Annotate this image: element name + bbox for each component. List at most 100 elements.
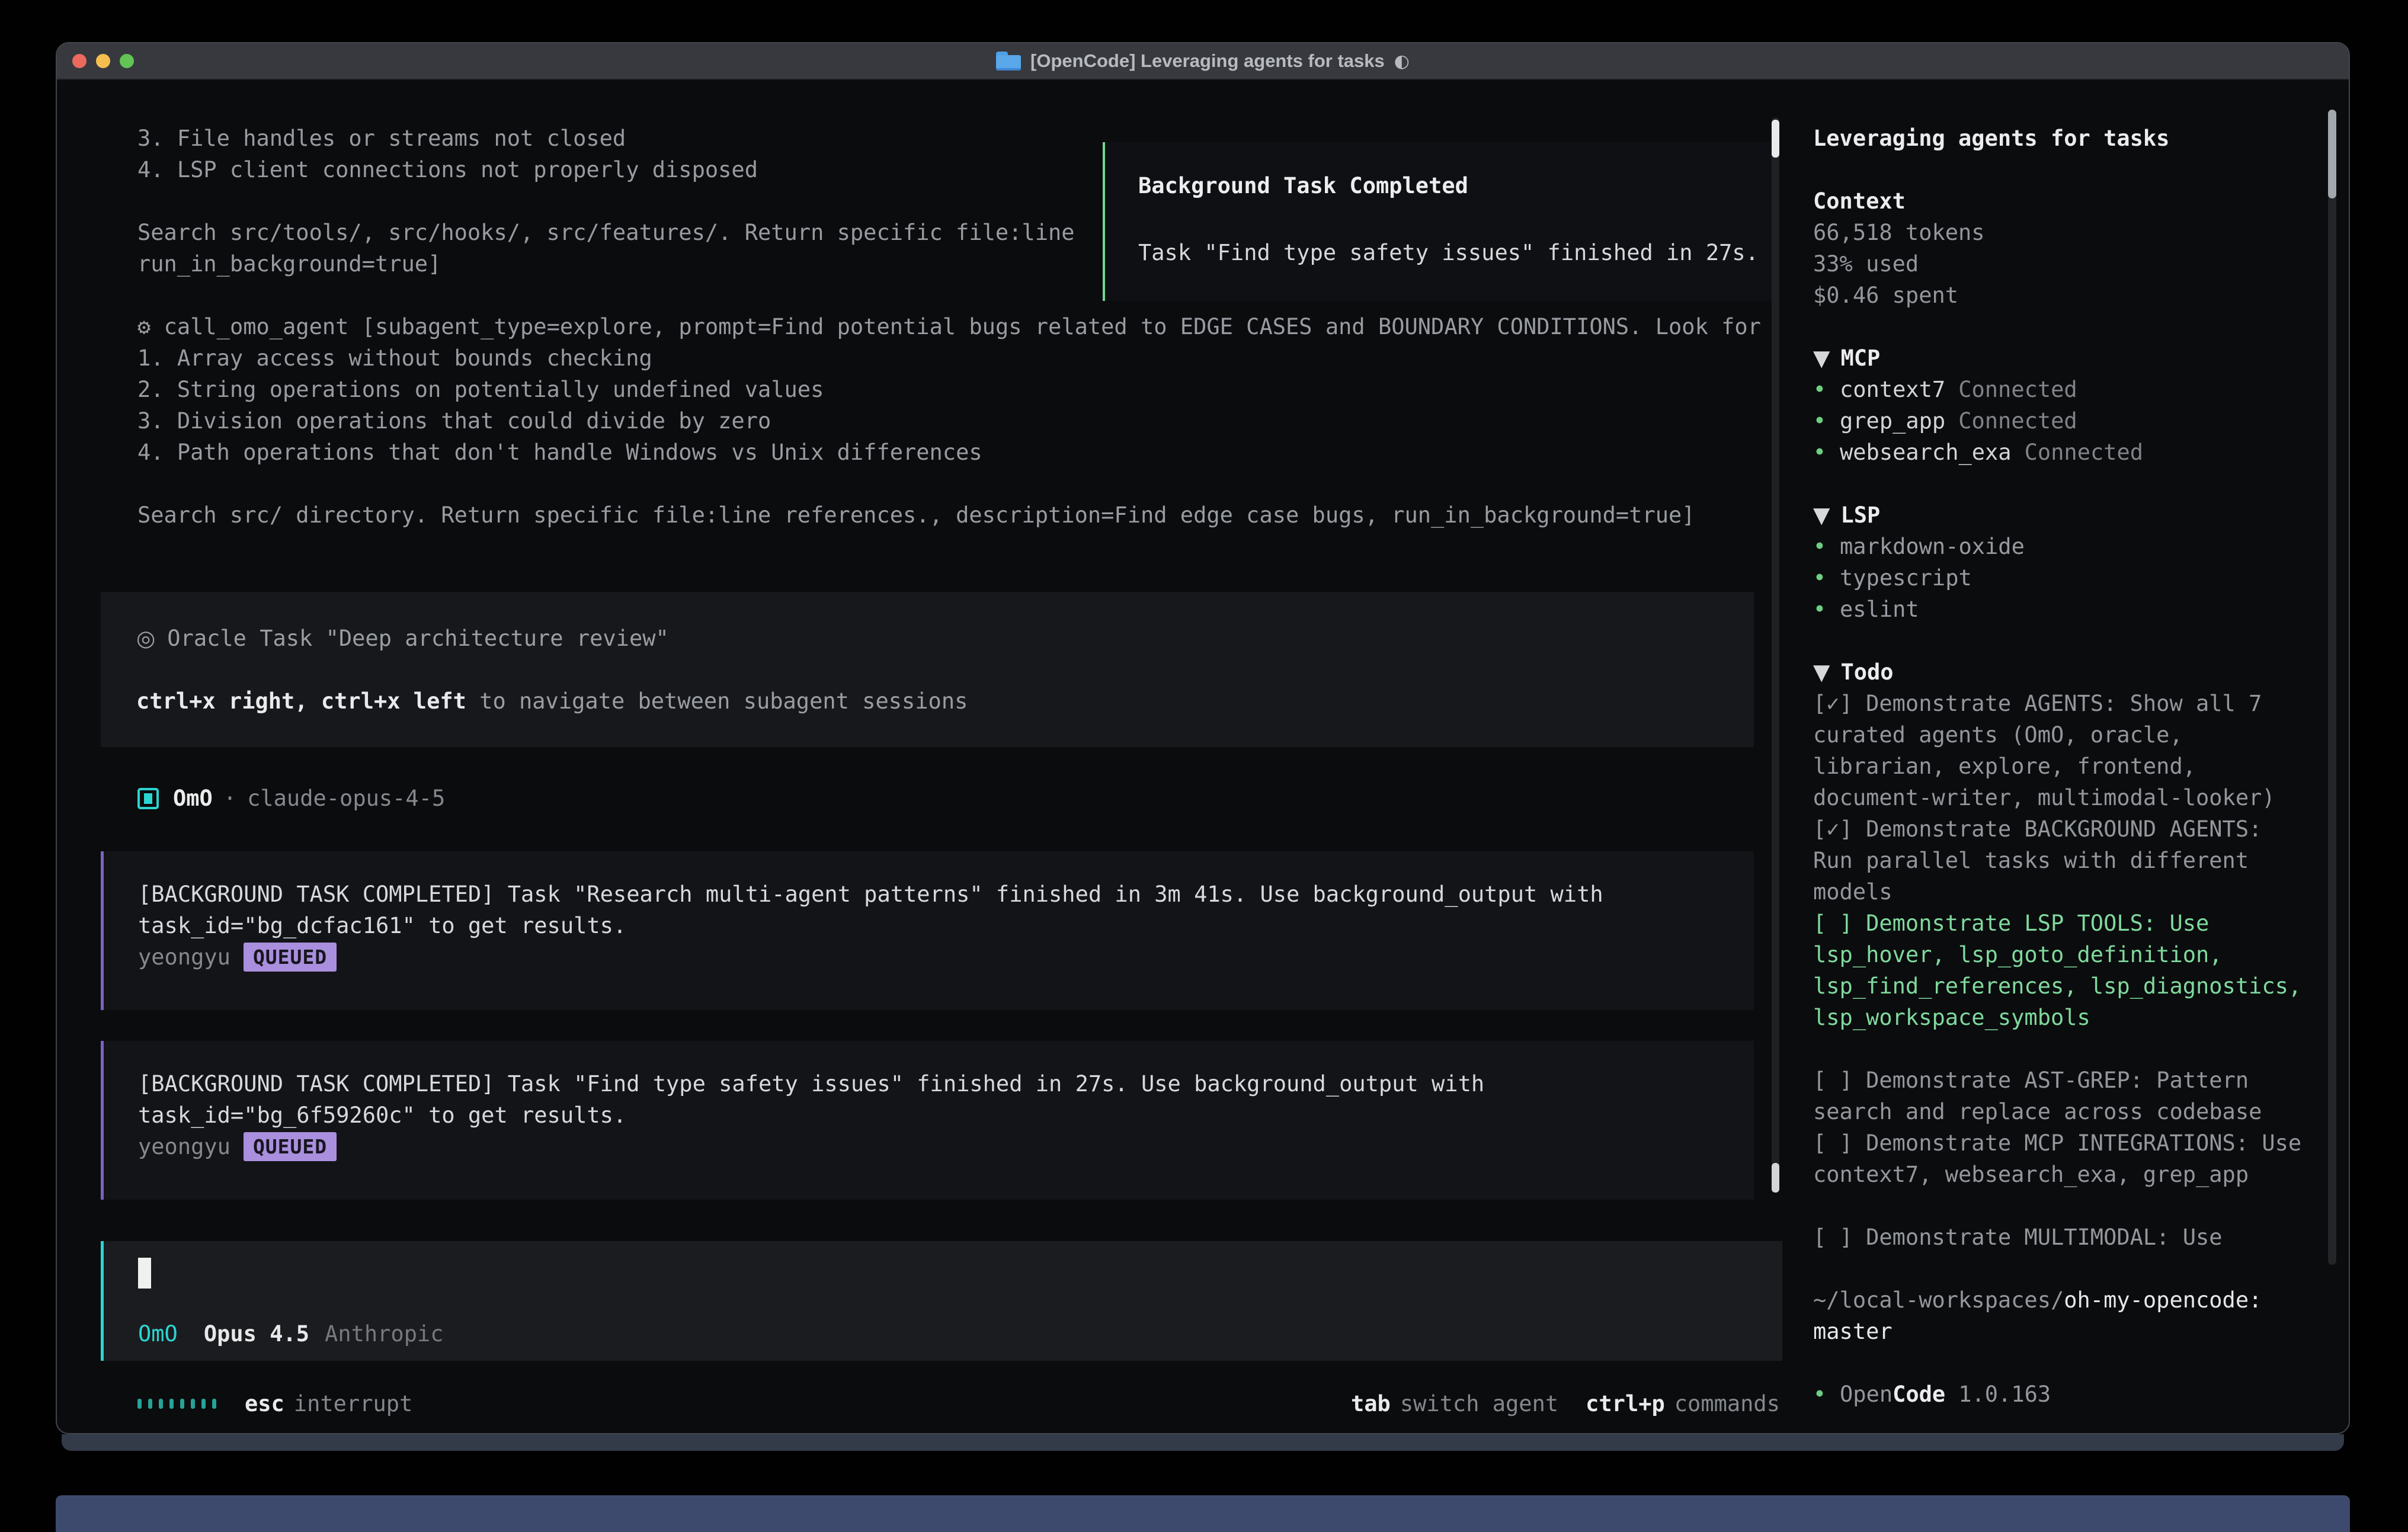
background-task-notification: Background Task Completed Task "Find typ… <box>1103 142 1779 301</box>
mcp-server-name: websearch_exa <box>1840 440 2012 465</box>
subagent-session-header[interactable]: OmO · claude-opus-4-5 <box>137 783 445 814</box>
terminal-line: Search src/ directory. Return specific f… <box>137 499 1797 531</box>
chevron-down-icon: ▼ <box>1813 345 1830 371</box>
main-scrollbar-thumb-top[interactable] <box>1772 120 1779 158</box>
app-name-dim: Open <box>1840 1382 1893 1407</box>
spinner-dot <box>180 1399 184 1409</box>
mcp-server-name: grep_app <box>1840 408 1945 434</box>
terminal-line: 3. Division operations that could divide… <box>137 405 1797 437</box>
zoom-window-button[interactable] <box>120 54 134 68</box>
desktop-background: [OpenCode] Leveraging agents for tasks ◐… <box>0 0 2408 1532</box>
app-version-row: •OpenCode 1.0.163 <box>1813 1379 2310 1410</box>
todo-section-header[interactable]: ▼Todo <box>1813 656 2310 688</box>
status-dot-icon: • <box>1813 405 1840 437</box>
status-bar: esc interrupt tab switch agent ctrl+p co… <box>137 1388 1780 1419</box>
terminal-line-text: 3. File handles or streams not closed <box>137 126 626 151</box>
spinner-dot <box>148 1399 152 1409</box>
terminal-line-text: 4. LSP client connections not properly d… <box>137 157 758 182</box>
task-user: yeongyu <box>138 944 230 970</box>
app-version: 1.0.163 <box>1958 1382 2051 1407</box>
composer-model: Opus 4.5 <box>204 1321 309 1347</box>
hint-text: to navigate between subagent sessions <box>466 688 968 714</box>
spinner-dot <box>212 1399 216 1409</box>
todo-item: [ ] Demonstrate LSP TOOLS: Use lsp_hover… <box>1813 908 2310 1033</box>
background-task-result: [BACKGROUND TASK COMPLETED] Task "Find t… <box>101 1041 1754 1200</box>
status-dot-icon: • <box>1813 1379 1840 1410</box>
composer-provider: Anthropic <box>325 1321 443 1347</box>
message-input-box[interactable]: OmO Opus 4.5 Anthropic <box>101 1241 1782 1361</box>
terminal-line-text: run_in_background=true] <box>137 251 441 277</box>
esc-key-hint: esc <box>245 1391 284 1416</box>
mcp-section-header[interactable]: ▼ MCP <box>1813 342 2310 374</box>
todo-item: [✓] Demonstrate AGENTS: Show all 7 curat… <box>1813 688 2310 813</box>
spinner-dot <box>137 1399 142 1409</box>
background-task-results: [BACKGROUND TASK COMPLETED] Task "Resear… <box>101 851 1754 1230</box>
mcp-server-status: Connected <box>1958 377 2077 402</box>
terminal-line-text: call_omo_agent [subagent_type=explore, p… <box>164 314 1761 339</box>
mcp-server-status: Connected <box>1958 408 2077 434</box>
agent-model: claude-opus-4-5 <box>247 786 445 811</box>
task-result-text: [BACKGROUND TASK COMPLETED] Task "Resear… <box>138 879 1724 941</box>
task-user: yeongyu <box>138 1134 230 1159</box>
opencode-terminal-window: [OpenCode] Leveraging agents for tasks ◐… <box>56 42 2350 1434</box>
workspace-path-prefix: ~/local-workspaces/ <box>1813 1287 2064 1313</box>
composer-footer: OmO Opus 4.5 Anthropic <box>138 1321 444 1347</box>
oracle-task-panel[interactable]: ◎Oracle Task "Deep architecture review" … <box>101 592 1754 747</box>
queued-badge: QUEUED <box>244 943 337 972</box>
chevron-down-icon: ▼ <box>1813 502 1830 528</box>
lsp-item: •eslint <box>1813 594 2310 625</box>
lsp-item: •typescript <box>1813 562 2310 594</box>
minimize-window-button[interactable] <box>96 54 110 68</box>
terminal-line: 4. Path operations that don't handle Win… <box>137 437 1797 468</box>
lsp-heading: LSP <box>1840 502 1880 528</box>
mcp-server-name: context7 <box>1840 377 1945 402</box>
queued-badge: QUEUED <box>244 1132 337 1161</box>
terminal-line <box>137 468 1797 499</box>
oracle-task-title-row: ◎Oracle Task "Deep architecture review" <box>136 623 1724 654</box>
terminal-line-text: 1. Array access without bounds checking <box>137 345 652 371</box>
task-result-text: [BACKGROUND TASK COMPLETED] Task "Find t… <box>138 1068 1724 1131</box>
sidebar-scrollbar[interactable] <box>2328 110 2336 1265</box>
gear-icon: ⚙ <box>137 314 164 339</box>
separator-dot: · <box>223 786 236 811</box>
task-meta-row: yeongyu QUEUED <box>138 1131 1724 1162</box>
status-dot-icon: • <box>1813 437 1840 468</box>
spinner-dot <box>169 1399 174 1409</box>
task-meta-row: yeongyu QUEUED <box>138 941 1724 973</box>
context-stat-line: 33% used <box>1813 248 2310 280</box>
main-scrollbar[interactable] <box>1772 117 1779 1193</box>
mcp-heading: MCP <box>1840 345 1880 371</box>
window-title-group: [OpenCode] Leveraging agents for tasks ◐ <box>996 50 1410 72</box>
mcp-list: •context7Connected•grep_appConnected•web… <box>1813 374 2310 468</box>
spinner-dot <box>191 1399 195 1409</box>
terminal-line-text: 2. String operations on potentially unde… <box>137 377 824 402</box>
close-window-button[interactable] <box>72 54 87 68</box>
agent-name: OmO <box>173 786 213 811</box>
app-name-strong: Code <box>1893 1382 1945 1407</box>
session-title: Leveraging agents for tasks <box>1813 123 2310 154</box>
commands-key-hint: ctrl+p <box>1586 1391 1665 1416</box>
record-icon: ◎ <box>136 626 155 651</box>
lsp-section-header[interactable]: ▼ LSP <box>1813 499 2310 531</box>
status-bar-right: tab switch agent ctrl+p commands <box>1351 1391 1780 1416</box>
main-scrollbar-thumb-bottom[interactable] <box>1772 1163 1779 1193</box>
lsp-server-name: typescript <box>1840 565 1972 591</box>
composer-agent-name: OmO <box>138 1321 178 1347</box>
terminal-line-text: Search src/tools/, src/hooks/, src/featu… <box>137 220 1075 245</box>
mcp-item: •websearch_exaConnected <box>1813 437 2310 468</box>
workspace-path: ~/local-workspaces/oh-my-opencode: maste… <box>1813 1284 2310 1347</box>
background-task-result: [BACKGROUND TASK COMPLETED] Task "Resear… <box>101 851 1754 1010</box>
todo-item: [ ] Demonstrate AST-GREP: Pattern search… <box>1813 1065 2310 1127</box>
tab-key-hint: tab <box>1351 1391 1391 1416</box>
status-dot-icon: • <box>1813 594 1840 625</box>
sidebar-scrollbar-thumb[interactable] <box>2328 110 2336 198</box>
tab-key-label: switch agent <box>1400 1391 1558 1416</box>
terminal-line-text: Search src/ directory. Return specific f… <box>137 502 1695 528</box>
esc-key-label: interrupt <box>294 1391 412 1416</box>
subagent-navigation-hint: ctrl+x right, ctrl+x left to navigate be… <box>136 685 1724 717</box>
terminal-line-text: 3. Division operations that could divide… <box>137 408 771 434</box>
hint-keys: ctrl+x right, ctrl+x left <box>136 688 466 714</box>
terminal-line: ⚙ call_omo_agent [subagent_type=explore,… <box>137 311 1797 342</box>
status-dot-icon: • <box>1813 374 1840 405</box>
spinner-dot <box>201 1399 206 1409</box>
